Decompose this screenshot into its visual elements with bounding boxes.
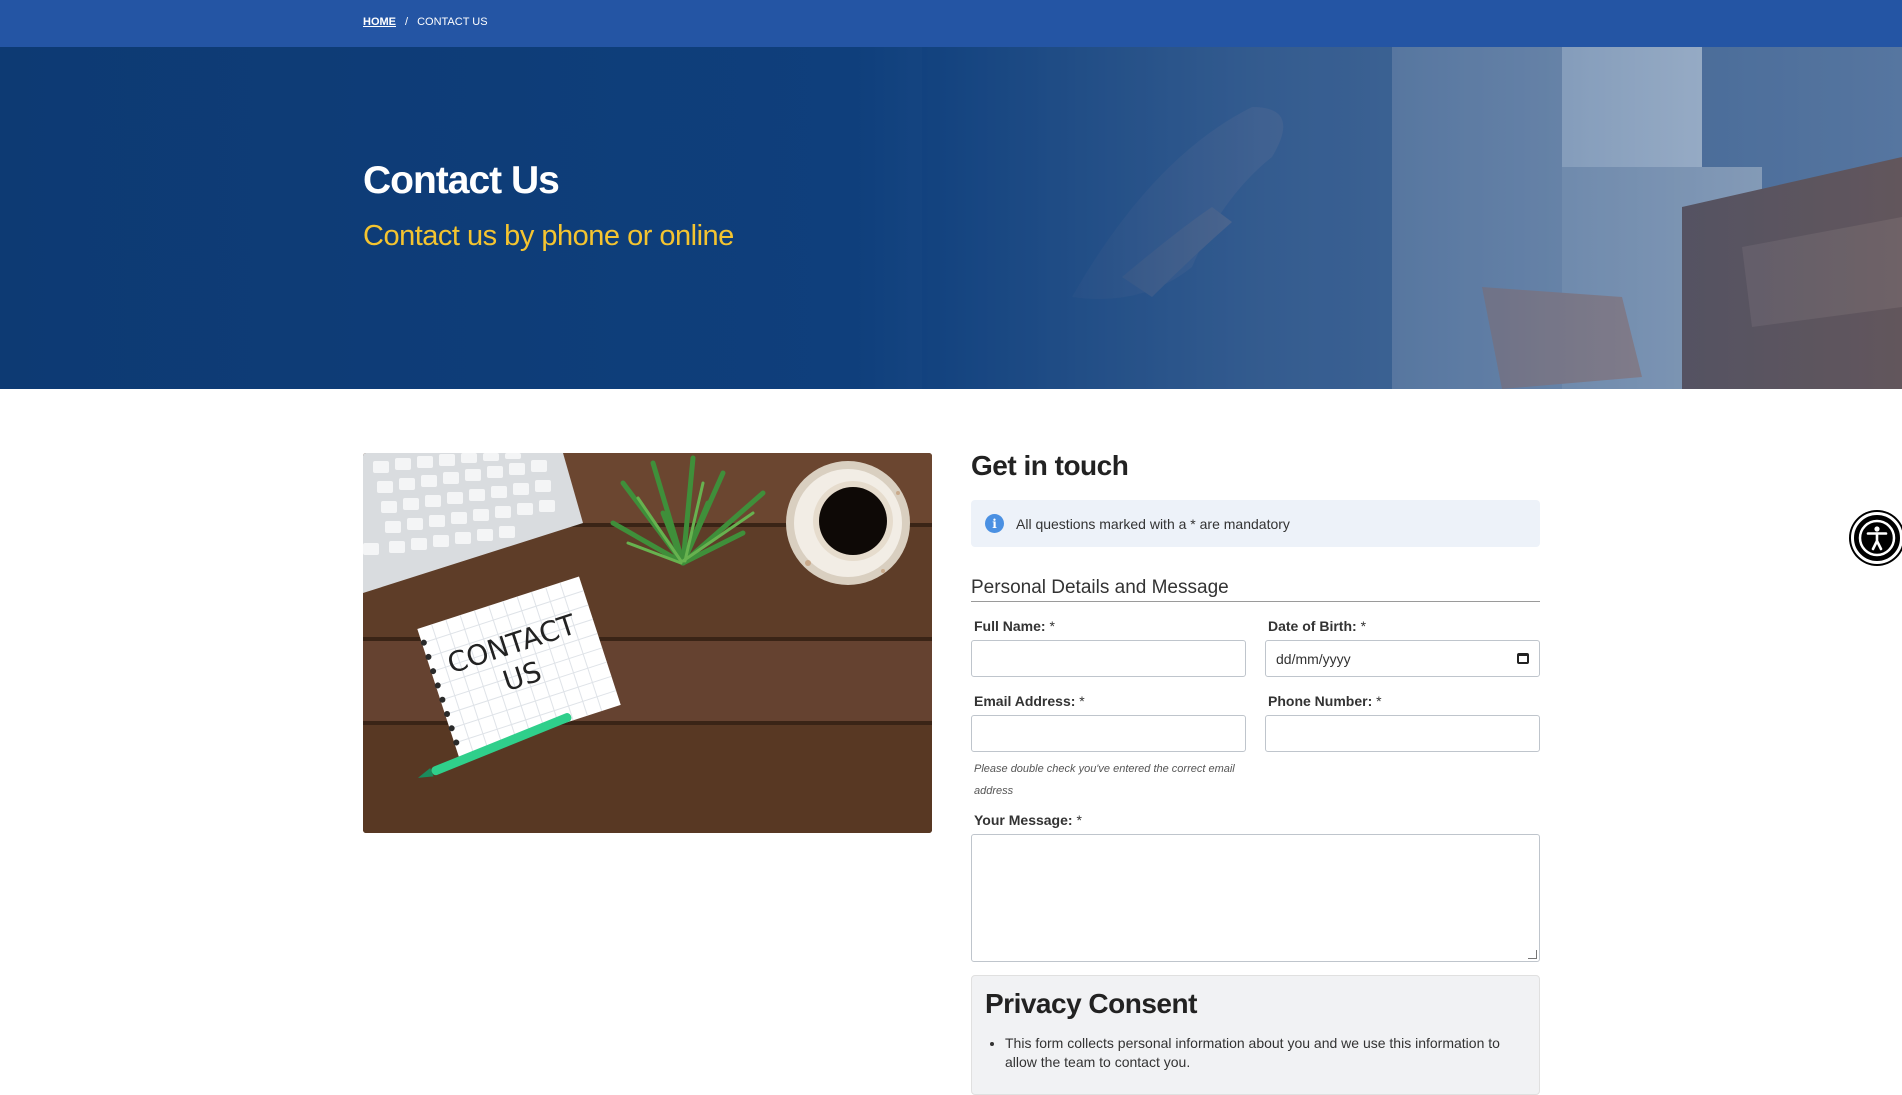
- privacy-list: This form collects personal information …: [985, 1034, 1526, 1072]
- message-label: Your Message: *: [974, 812, 1082, 828]
- name-dob-row: Full Name: * Date of Birth: * dd/mm/yyyy: [971, 602, 1540, 677]
- privacy-consent-box: Privacy Consent This form collects perso…: [971, 975, 1540, 1095]
- breadcrumb-home-link[interactable]: HOME: [363, 16, 396, 28]
- info-icon: i: [985, 514, 1004, 533]
- mandatory-info-alert: i All questions marked with a * are mand…: [971, 500, 1540, 547]
- breadcrumb: HOME / CONTACT US: [363, 16, 488, 28]
- page-title: Contact Us: [363, 159, 560, 202]
- resize-handle[interactable]: [1528, 950, 1537, 959]
- mandatory-info-text: All questions marked with a * are mandat…: [1016, 515, 1290, 532]
- phone-input[interactable]: [1265, 715, 1540, 752]
- form-heading: Get in touch: [971, 450, 1129, 481]
- top-bar: HOME / CONTACT US: [0, 0, 1902, 47]
- message-textarea[interactable]: [971, 834, 1540, 962]
- contact-form: Get in touch i All questions marked with…: [971, 450, 1540, 1095]
- phone-label: Phone Number: *: [1268, 693, 1382, 709]
- privacy-item: This form collects personal information …: [1005, 1034, 1526, 1072]
- email-input[interactable]: [971, 715, 1246, 752]
- dob-label: Date of Birth: *: [1268, 618, 1367, 634]
- personal-details-legend: Personal Details and Message: [971, 577, 1540, 602]
- privacy-title: Privacy Consent: [985, 988, 1197, 1019]
- email-help-text: Please double check you've entered the c…: [974, 763, 1235, 797]
- breadcrumb-current: CONTACT US: [417, 16, 488, 28]
- accessibility-button[interactable]: [1851, 512, 1902, 564]
- email-phone-row: Email Address: * Please double check you…: [971, 677, 1540, 802]
- dob-group: Date of Birth: * dd/mm/yyyy: [1265, 602, 1540, 677]
- hero-background-photo: [922, 47, 1902, 389]
- page-subtitle: Contact us by phone or online: [363, 220, 734, 252]
- email-group: Email Address: * Please double check you…: [971, 677, 1246, 802]
- dob-placeholder: dd/mm/yyyy: [1276, 650, 1351, 667]
- phone-group: Phone Number: *: [1265, 677, 1540, 802]
- hero-banner: Contact Us Contact us by phone or online: [0, 47, 1902, 389]
- accessibility-icon: [1858, 519, 1896, 557]
- full-name-group: Full Name: *: [971, 602, 1246, 677]
- message-group: Your Message: *: [971, 812, 1540, 962]
- dob-input[interactable]: dd/mm/yyyy: [1265, 640, 1540, 677]
- full-name-label: Full Name: *: [974, 618, 1055, 634]
- calendar-icon[interactable]: [1517, 653, 1529, 664]
- breadcrumb-separator: /: [405, 16, 409, 28]
- contact-photo-illustration: CONTACT US: [363, 453, 932, 833]
- email-label: Email Address: *: [974, 693, 1085, 709]
- contact-us-image: CONTACT US: [363, 453, 932, 833]
- full-name-input[interactable]: [971, 640, 1246, 677]
